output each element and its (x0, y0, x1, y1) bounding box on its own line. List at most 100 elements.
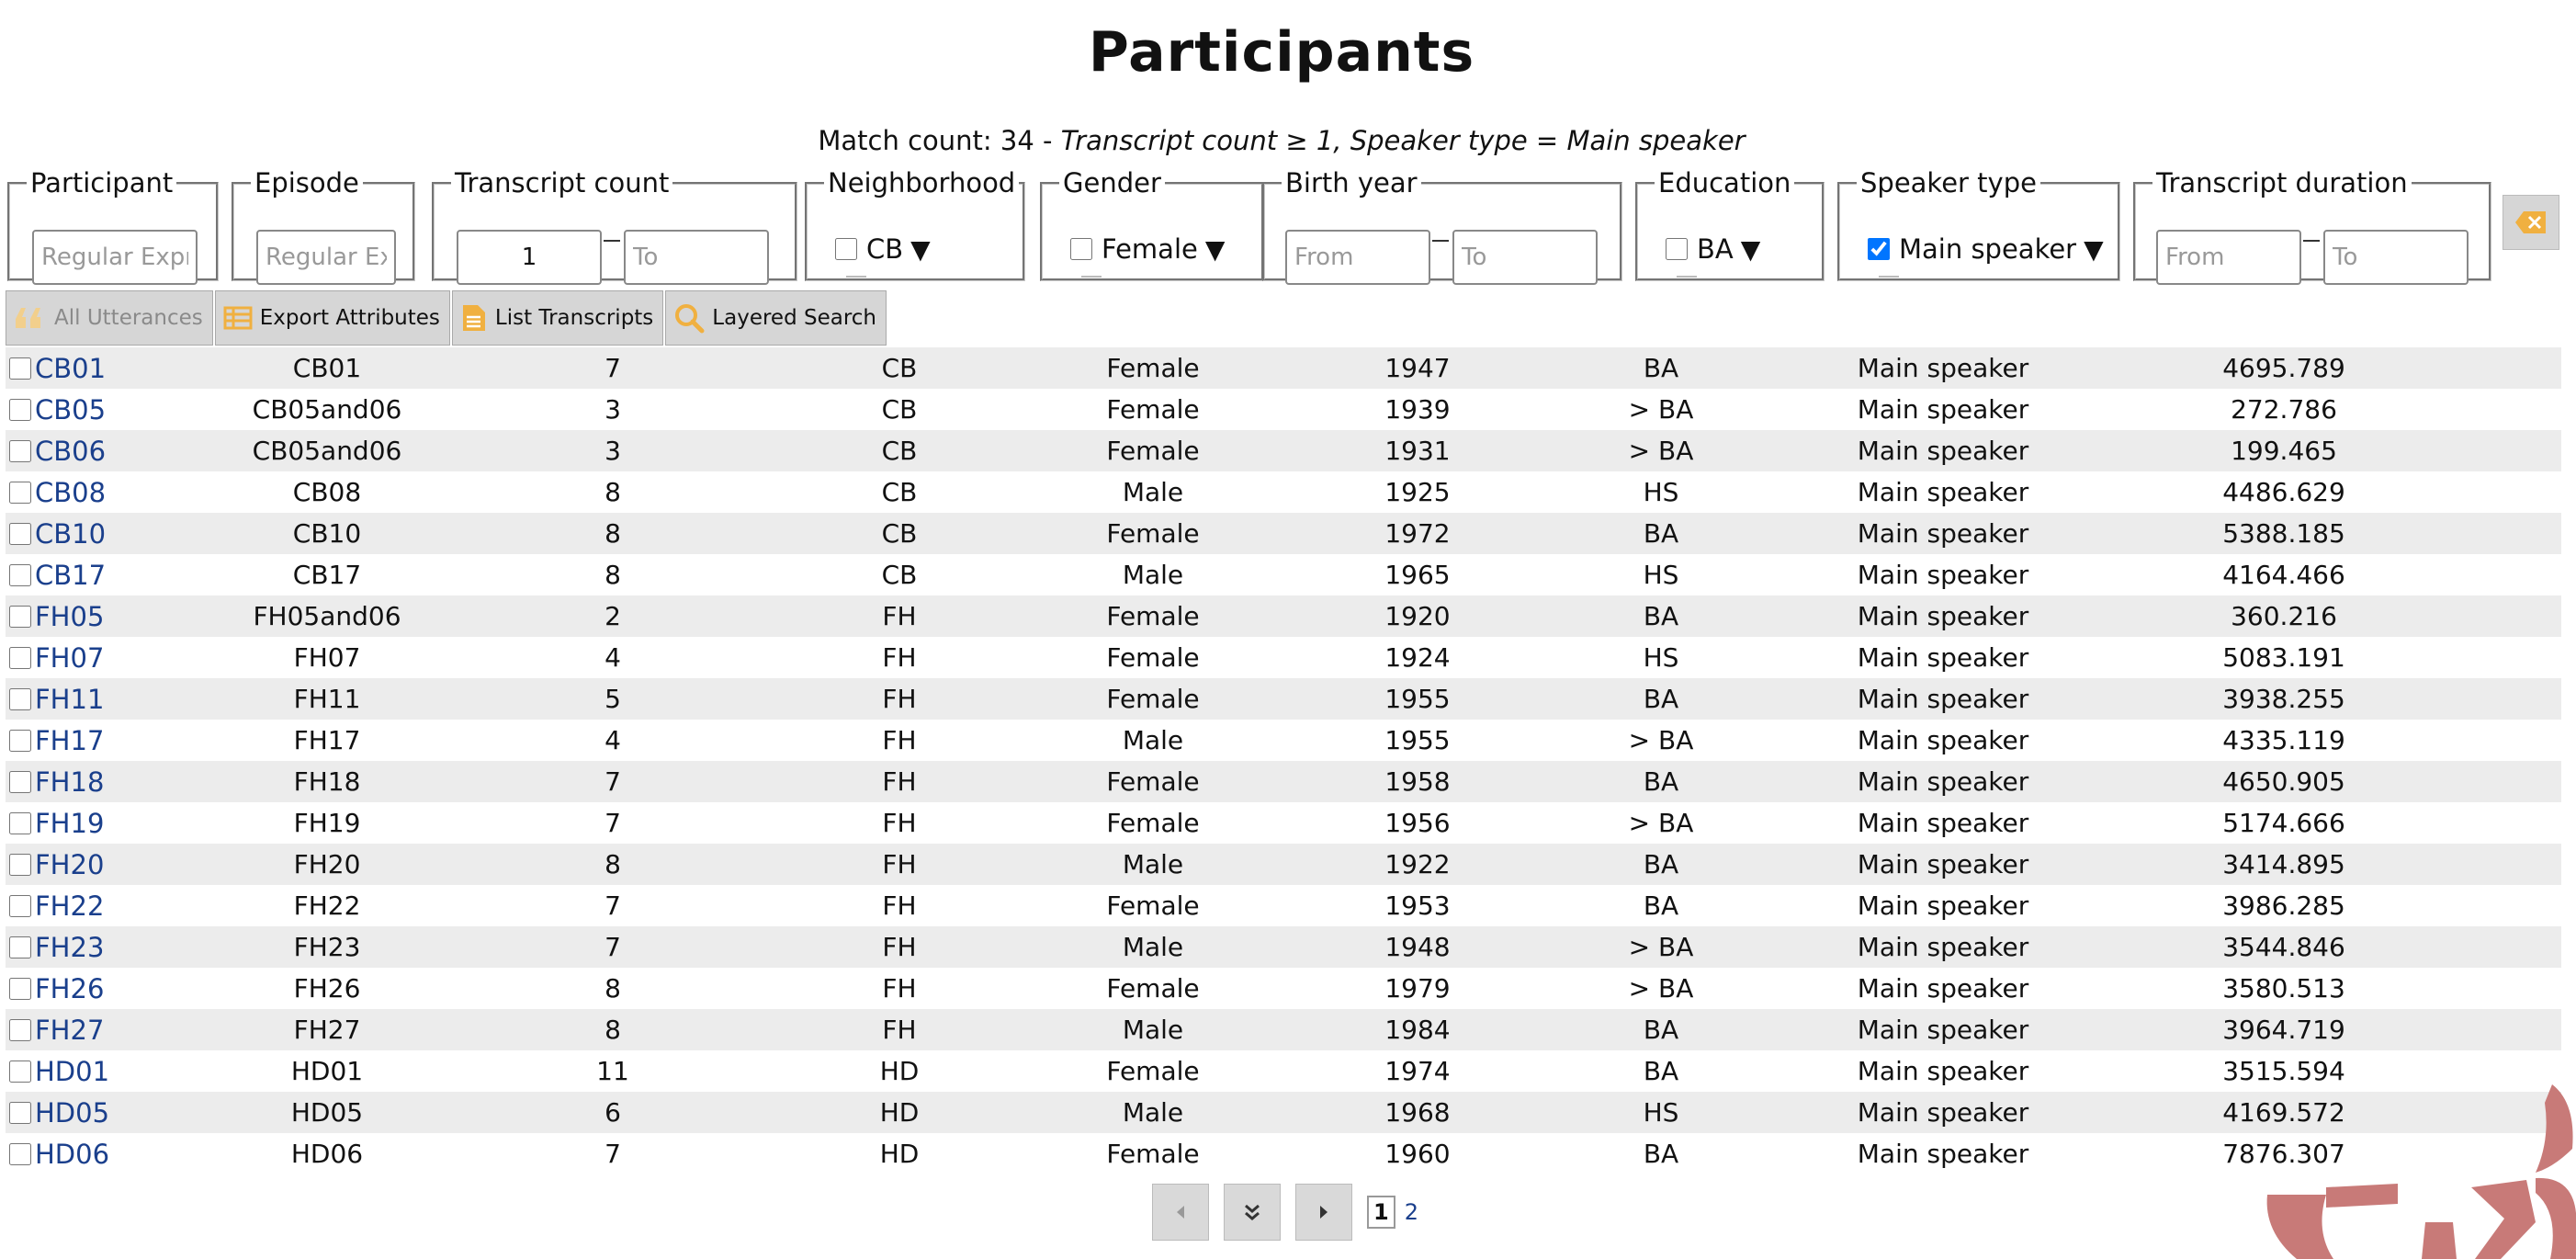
export-attributes-label: Export Attributes (259, 306, 440, 330)
previous-page-button[interactable] (1152, 1184, 1209, 1241)
row-select-checkbox[interactable] (9, 730, 31, 752)
row-select-checkbox[interactable] (9, 564, 31, 586)
participant-link[interactable]: CB10 (35, 518, 106, 550)
speaker-type-dropdown[interactable]: Main speaker ▼ (1868, 233, 2104, 265)
cell-education: > BA (1567, 430, 1755, 471)
dropdown-arrow-icon[interactable]: ▼ (910, 234, 931, 265)
table-row: FH19 FH19 7 FH Female 1956 > BA Main speaker 517… (6, 802, 2561, 844)
transcript-count-from-input[interactable] (457, 230, 602, 285)
row-select-checkbox[interactable] (9, 1019, 31, 1041)
cell-neighborhood: FH (761, 1009, 1038, 1050)
row-select-checkbox[interactable] (9, 357, 31, 380)
cell-episode: FH18 (189, 761, 465, 802)
cell-education: HS (1567, 637, 1755, 678)
participant-link[interactable]: CB01 (35, 353, 106, 384)
participant-link[interactable]: CB17 (35, 560, 106, 591)
participant-link[interactable]: FH11 (35, 684, 104, 715)
education-checkbox[interactable] (1666, 238, 1688, 260)
cell-padding (2436, 637, 2561, 678)
speaker-type-checkbox[interactable] (1868, 238, 1890, 260)
row-select-checkbox[interactable] (9, 895, 31, 917)
participant-link[interactable]: FH20 (35, 849, 104, 880)
cell-padding (2436, 926, 2561, 968)
row-select-checkbox[interactable] (9, 812, 31, 834)
row-select-checkbox[interactable] (9, 688, 31, 710)
list-transcripts-button[interactable]: List Transcripts (451, 290, 664, 346)
row-select-checkbox[interactable] (9, 523, 31, 545)
birth-year-to-input[interactable] (1452, 230, 1598, 285)
participant-link[interactable]: FH23 (35, 932, 104, 963)
participant-link[interactable]: FH05 (35, 601, 104, 632)
cell-padding (2436, 513, 2561, 554)
participant-link[interactable]: HD01 (35, 1056, 109, 1087)
logo-icon (2266, 1084, 2576, 1259)
cell-education: > BA (1567, 802, 1755, 844)
participant-link[interactable]: FH18 (35, 766, 104, 798)
row-select-checkbox[interactable] (9, 771, 31, 793)
eraser-icon (2515, 211, 2546, 233)
cell-episode: FH11 (189, 678, 465, 720)
row-select-checkbox[interactable] (9, 440, 31, 462)
row-select-checkbox[interactable] (9, 606, 31, 628)
cell-padding (2436, 347, 2561, 389)
participant-link[interactable]: FH27 (35, 1015, 104, 1046)
row-select-checkbox[interactable] (9, 936, 31, 958)
page-1-current: 1 (1367, 1196, 1395, 1229)
cell-transcript-count: 7 (465, 347, 761, 389)
export-attributes-button[interactable]: Export Attributes (214, 290, 450, 346)
next-page-button[interactable] (1295, 1184, 1352, 1241)
row-select-checkbox[interactable] (9, 1061, 31, 1083)
episode-regex-input[interactable] (256, 230, 396, 285)
clear-filters-button[interactable] (2503, 195, 2559, 250)
cell-transcript-duration: 3938.255 (2131, 678, 2436, 720)
cell-transcript-count: 7 (465, 885, 761, 926)
all-utterances-button[interactable]: All Utterances (6, 290, 213, 346)
dropdown-arrow-icon[interactable]: ▼ (2084, 234, 2104, 265)
education-dropdown[interactable]: BA ▼ (1666, 233, 1760, 265)
participant-link[interactable]: FH19 (35, 808, 104, 839)
participant-link[interactable]: FH26 (35, 973, 104, 1004)
page-2-link[interactable]: 2 (1405, 1199, 1418, 1225)
filter-birth-year: Birth year (1262, 167, 1622, 285)
layered-search-button[interactable]: Layered Search (665, 290, 887, 346)
table-row: HD06 HD06 7 HD Female 1960 BA Main speaker 7876.… (6, 1133, 2561, 1174)
cell-participant: FH20 (6, 844, 189, 885)
participant-link[interactable]: CB06 (35, 436, 106, 467)
transcript-count-to-input[interactable] (624, 230, 769, 285)
participant-link[interactable]: FH07 (35, 642, 104, 674)
cell-padding (2436, 678, 2561, 720)
participant-link[interactable]: CB08 (35, 477, 106, 508)
row-select-checkbox[interactable] (9, 1102, 31, 1124)
participant-link[interactable]: HD05 (35, 1097, 109, 1129)
neighborhood-dropdown[interactable]: CB ▼ (835, 233, 931, 265)
cell-gender: Female (1038, 885, 1268, 926)
gender-dropdown[interactable]: Female ▼ (1070, 233, 1225, 265)
row-select-checkbox[interactable] (9, 1143, 31, 1165)
row-select-checkbox[interactable] (9, 399, 31, 421)
participant-link[interactable]: FH22 (35, 890, 104, 922)
participant-link[interactable]: HD06 (35, 1139, 109, 1170)
row-select-checkbox[interactable] (9, 978, 31, 1000)
transcript-duration-to-input[interactable] (2323, 230, 2469, 285)
load-all-button[interactable] (1224, 1184, 1281, 1241)
row-select-checkbox[interactable] (9, 482, 31, 504)
row-select-checkbox[interactable] (9, 647, 31, 669)
checkbox-underline (1879, 276, 1899, 278)
participant-regex-input[interactable] (32, 230, 198, 285)
cell-transcript-count: 7 (465, 802, 761, 844)
transcript-duration-from-input[interactable] (2156, 230, 2301, 285)
birth-year-from-input[interactable] (1285, 230, 1430, 285)
dropdown-arrow-icon[interactable]: ▼ (1205, 234, 1226, 265)
cell-padding (2436, 554, 2561, 595)
neighborhood-checkbox[interactable] (835, 238, 857, 260)
cell-neighborhood: FH (761, 968, 1038, 1009)
participant-link[interactable]: CB05 (35, 394, 106, 425)
row-select-checkbox[interactable] (9, 854, 31, 876)
gender-checkbox[interactable] (1070, 238, 1092, 260)
dropdown-arrow-icon[interactable]: ▼ (1741, 234, 1761, 265)
cell-episode: CB05and06 (189, 389, 465, 430)
cell-participant: FH27 (6, 1009, 189, 1050)
participant-link[interactable]: FH17 (35, 725, 104, 756)
cell-gender: Female (1038, 637, 1268, 678)
cell-episode: CB08 (189, 471, 465, 513)
